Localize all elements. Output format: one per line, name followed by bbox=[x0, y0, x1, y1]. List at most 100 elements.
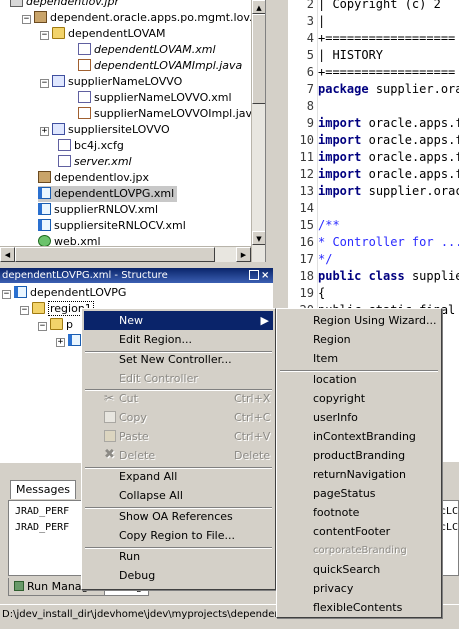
navigator-hscroll[interactable]: ◀ ▶ bbox=[0, 246, 251, 262]
dock-icon[interactable] bbox=[249, 270, 259, 280]
menu-item-collapse-all[interactable]: Collapse All bbox=[84, 486, 273, 505]
tree-item-vo-java[interactable]: supplierNameLOVVOImpl.java bbox=[78, 106, 259, 122]
collapse-icon[interactable]: − bbox=[40, 31, 49, 40]
code-body: supplier.orac bbox=[375, 82, 459, 96]
menu-item-edit-region[interactable]: Edit Region... bbox=[84, 330, 273, 349]
menu-item-copy[interactable]: Copy Ctrl+C bbox=[84, 408, 273, 427]
navigator-vscroll[interactable]: ▲ ▼ bbox=[251, 0, 265, 262]
scroll-right-arrow-icon[interactable]: ▶ bbox=[236, 247, 251, 262]
code-line: 9 import oracle.apps.fr bbox=[288, 115, 459, 132]
tree-item-server-xml[interactable]: server.xml bbox=[58, 154, 132, 170]
tree-item-project[interactable]: dependentlov.jpr bbox=[10, 0, 119, 10]
collapse-icon[interactable]: − bbox=[2, 290, 11, 299]
submenu-item-returnnavigation[interactable]: returnNavigation bbox=[279, 465, 439, 484]
code-body: supplier.orac bbox=[368, 184, 459, 198]
structure-title-bar: dependentLOVPG.xml - Structure × bbox=[0, 268, 273, 283]
submenu-item-quicksearch[interactable]: quickSearch bbox=[279, 560, 439, 579]
tab-messages[interactable]: Messages bbox=[10, 480, 76, 499]
tree-item-package[interactable]: − dependent.oracle.apps.po.mgmt.lov.serve… bbox=[22, 10, 265, 26]
menu-item-show-oa-refs[interactable]: Show OA References bbox=[84, 507, 273, 526]
menu-item-expand-all[interactable]: Expand All bbox=[84, 467, 273, 486]
submenu-item-region[interactable]: Region bbox=[279, 330, 439, 349]
expand-icon[interactable]: + bbox=[40, 127, 49, 136]
code-body: { bbox=[318, 286, 326, 300]
code-keyword: import bbox=[318, 184, 362, 198]
line-number: 11 bbox=[299, 150, 314, 164]
collapse-icon[interactable]: − bbox=[40, 79, 49, 88]
submenu-item-flexiblecontents[interactable]: flexibleContents bbox=[279, 598, 439, 617]
code-text: import oracle.apps.fr bbox=[318, 149, 459, 166]
submenu-item-contentfooter[interactable]: contentFooter bbox=[279, 522, 439, 541]
collapse-icon[interactable]: − bbox=[38, 322, 47, 331]
menu-item-paste[interactable]: Paste Ctrl+V bbox=[84, 427, 273, 446]
code-line: 8 bbox=[288, 98, 459, 115]
tree-item-vo-xml[interactable]: supplierNameLOVVO.xml bbox=[78, 90, 232, 106]
submenu-item-copyright[interactable]: copyright bbox=[279, 389, 439, 408]
submenu-item-userinfo[interactable]: userInfo bbox=[279, 408, 439, 427]
tree-item-rnlocv[interactable]: suppliersiteRNLOCV.xml bbox=[38, 218, 186, 234]
collapse-icon[interactable]: − bbox=[20, 306, 29, 315]
code-text: | HISTORY bbox=[318, 47, 383, 64]
submenu-item-corporatebranding[interactable]: corporateBranding bbox=[279, 541, 439, 560]
code-line: 11 import oracle.apps.fr bbox=[288, 149, 459, 166]
folder-icon bbox=[52, 27, 65, 39]
tree-item-rnlov[interactable]: supplierRNLOV.xml bbox=[38, 202, 158, 218]
code-line: 19 { bbox=[288, 285, 459, 302]
region-icon bbox=[50, 318, 63, 330]
scroll-down-arrow-icon[interactable]: ▼ bbox=[252, 231, 265, 245]
scroll-up-arrow-icon[interactable]: ▲ bbox=[252, 0, 265, 14]
scroll-left-arrow-icon[interactable]: ◀ bbox=[0, 247, 15, 262]
java-file-icon bbox=[78, 107, 91, 119]
menu-item-edit-controller[interactable]: Edit Controller bbox=[84, 369, 273, 388]
menu-item-debug[interactable]: Debug bbox=[84, 566, 273, 585]
tree-item-supplier-vo[interactable]: − supplierNameLOVVO bbox=[40, 74, 182, 90]
line-number: 12 bbox=[299, 167, 314, 181]
submenu-item-pagestatus[interactable]: pageStatus bbox=[279, 484, 439, 503]
line-number: 4 bbox=[306, 31, 314, 45]
submenu-item-productbranding[interactable]: productBranding bbox=[279, 446, 439, 465]
submenu-item-privacy[interactable]: privacy bbox=[279, 579, 439, 598]
code-body: */ bbox=[318, 252, 333, 266]
code-line: 5 | HISTORY bbox=[288, 47, 459, 64]
tree-item-am-java[interactable]: dependentLOVAMImpl.java bbox=[78, 58, 242, 74]
scroll-thumb[interactable] bbox=[15, 247, 215, 262]
structure-root[interactable]: − dependentLOVPG bbox=[2, 285, 126, 301]
structure-child-p[interactable]: − p bbox=[38, 317, 73, 333]
tree-item-lovpg[interactable]: dependentLOVPG.xml bbox=[38, 186, 178, 202]
code-text: | bbox=[318, 13, 325, 30]
code-text: import oracle.apps.fr bbox=[318, 132, 459, 149]
code-body: | HISTORY bbox=[318, 48, 384, 62]
menu-item-cut[interactable]: ✂ Cut Ctrl+X bbox=[84, 389, 273, 408]
expand-icon[interactable]: + bbox=[56, 338, 65, 347]
menu-item-run[interactable]: Run bbox=[84, 547, 273, 566]
tree-item-jpx[interactable]: dependentlov.jpx bbox=[38, 170, 149, 186]
tree-item-am-xml[interactable]: dependentLOVAM.xml bbox=[78, 42, 216, 58]
tree-item-site-vo[interactable]: + suppliersiteLOVVO bbox=[40, 122, 170, 138]
line-number: 5 bbox=[306, 48, 314, 62]
menu-item-set-controller[interactable]: Set New Controller... bbox=[84, 350, 273, 369]
submenu-item-item[interactable]: Item bbox=[279, 349, 439, 368]
submenu-item-incontextbranding[interactable]: inContextBranding bbox=[279, 427, 439, 446]
line-number: 18 bbox=[299, 269, 314, 283]
page-icon bbox=[14, 286, 27, 298]
close-icon[interactable]: × bbox=[261, 268, 271, 283]
tree-item-bc4j[interactable]: bc4j.xcfg bbox=[58, 138, 124, 154]
submenu-item-footnote[interactable]: footnote bbox=[279, 503, 439, 522]
line-number: 8 bbox=[306, 99, 314, 113]
code-keyword: import bbox=[318, 167, 362, 181]
line-number: 19 bbox=[299, 286, 314, 300]
tree-item-am-folder[interactable]: − dependentLOVAM bbox=[40, 26, 166, 42]
code-text: import oracle.apps.fr bbox=[318, 166, 459, 183]
code-body: supplie bbox=[411, 269, 459, 283]
new-submenu: Region Using Wizard... Region Item locat… bbox=[276, 308, 442, 618]
scroll-thumb[interactable] bbox=[252, 14, 265, 104]
menu-item-new[interactable]: New ▶ bbox=[84, 311, 273, 330]
submenu-item-location[interactable]: location bbox=[279, 370, 439, 389]
submenu-item-region-wizard[interactable]: Region Using Wizard... bbox=[279, 311, 439, 330]
menu-item-copy-region[interactable]: Copy Region to File... bbox=[84, 526, 273, 545]
code-text: import supplier.orac bbox=[318, 183, 459, 200]
code-text: package supplier.orac bbox=[318, 81, 459, 98]
menu-item-delete[interactable]: ✖ Delete Delete bbox=[84, 446, 273, 465]
collapse-icon[interactable]: − bbox=[22, 15, 31, 24]
code-line: 14 bbox=[288, 200, 459, 217]
